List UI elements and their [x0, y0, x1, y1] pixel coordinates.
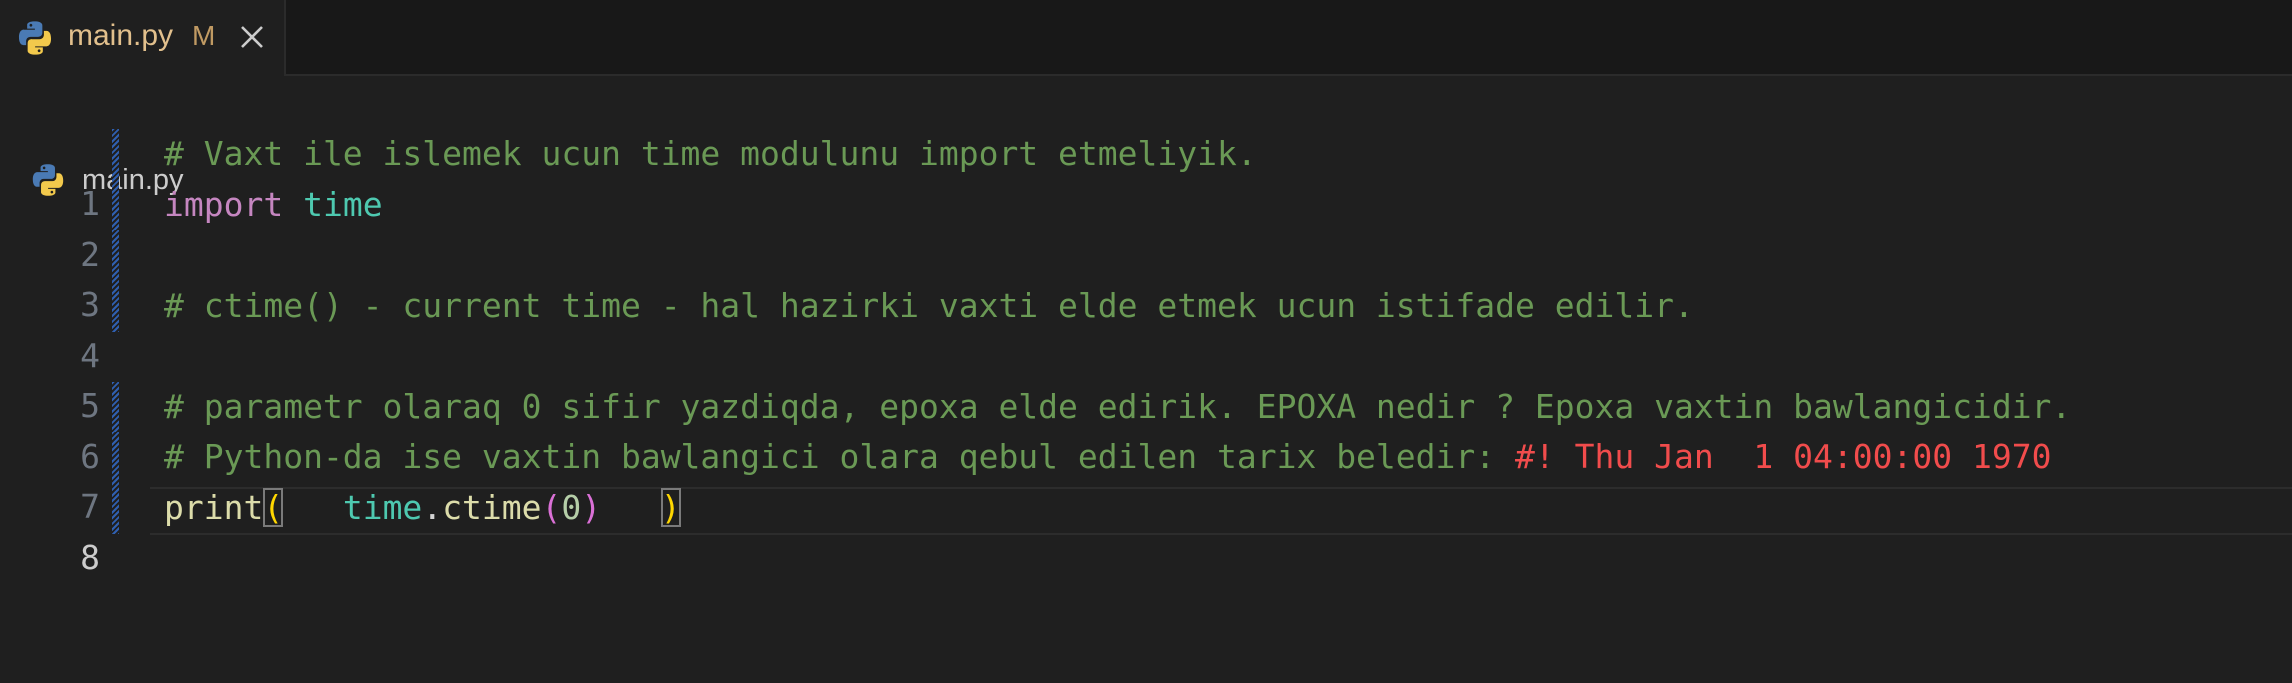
bracket-inner-close: ): [581, 487, 602, 527]
tab-main-py[interactable]: main.py M: [0, 0, 286, 76]
line-number: 8: [80, 537, 100, 577]
gutter-change-marker: [112, 129, 119, 180]
comment: # parametr olaraq 0 sifir yazdiqda, epox…: [164, 386, 2072, 426]
gutter-change-marker: [112, 230, 119, 281]
comment: # Vaxt ile islemek ucun time modulunu im…: [164, 134, 1257, 173]
close-icon[interactable]: [238, 23, 266, 56]
code-line[interactable]: 4 # ctime() - current time - hal hazirki…: [0, 280, 2292, 375]
method-name: ctime: [442, 487, 542, 527]
breadcrumb: main.py: [0, 76, 2292, 196]
comment: # ctime() - current time - hal hazirki v…: [164, 285, 1694, 325]
tab-filename: main.py: [68, 19, 174, 52]
inline-output: #! Thu Jan 1 04:00:00 1970: [1515, 437, 2052, 476]
gutter-change-marker: [112, 280, 119, 332]
code-line[interactable]: 5: [0, 331, 2292, 425]
function-name: print: [164, 487, 264, 527]
code-line[interactable]: 1 # Vaxt ile islemek ucun time modulunu …: [0, 129, 2292, 223]
dot-operator: .: [422, 487, 443, 527]
module-name: time: [342, 487, 423, 527]
comment: # Python-da ise vaxtin bawlangici olara …: [164, 437, 1496, 476]
gutter-change-marker: [112, 482, 119, 534]
gutter-change-marker: [112, 432, 119, 483]
modified-indicator: M: [192, 20, 216, 51]
code-line[interactable]: 6 # parametr olaraq 0 sifir yazdiqda, ep…: [0, 381, 2292, 476]
code-line[interactable]: 2 import time: [0, 179, 2292, 274]
tab-bar: main.py M: [0, 0, 2292, 76]
gutter-change-marker: [112, 179, 119, 231]
keyword: import: [164, 184, 284, 224]
module-name: time: [303, 184, 383, 224]
python-icon: [16, 19, 54, 62]
bracket-open: (: [263, 487, 284, 527]
code-line[interactable]: 7 # Python-da ise vaxtin bawlangici olar…: [0, 432, 2292, 526]
bracket-close: ): [660, 487, 681, 527]
bracket-inner-open: (: [541, 487, 562, 527]
number-literal: 0: [561, 487, 582, 527]
gutter-change-marker: [112, 381, 119, 433]
code-line[interactable]: 8 print( time.ctime(0) ): [0, 482, 2292, 577]
code-line[interactable]: 3: [0, 230, 2292, 324]
